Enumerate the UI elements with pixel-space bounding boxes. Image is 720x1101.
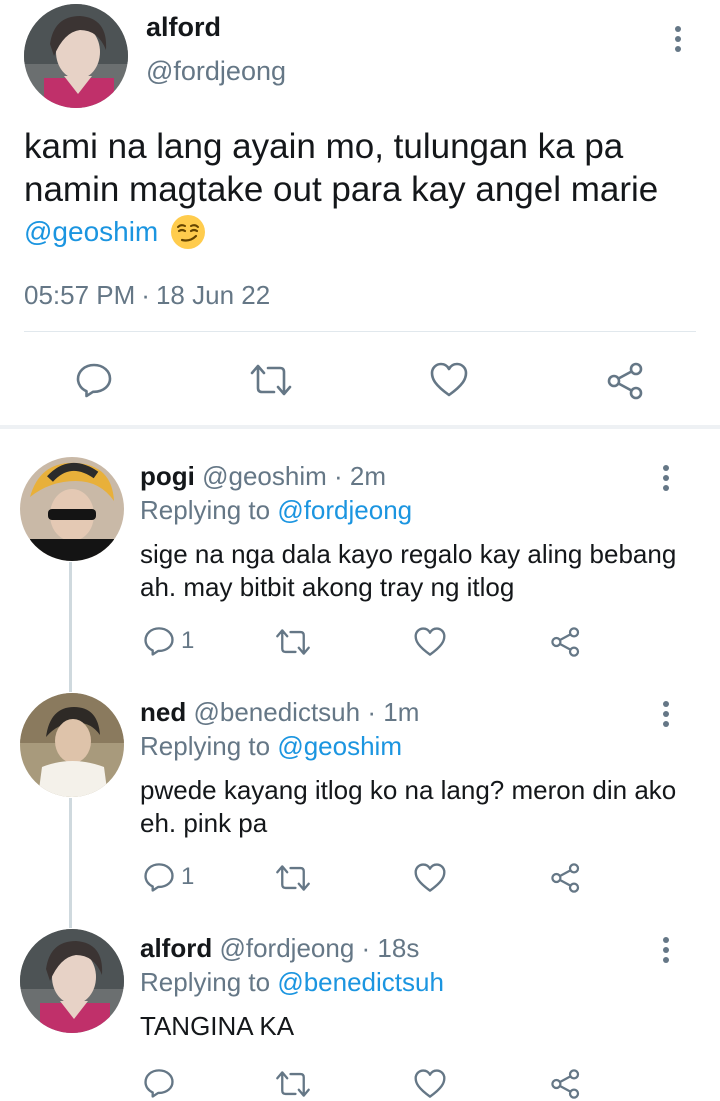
share-button[interactable] xyxy=(550,626,582,658)
like-button[interactable] xyxy=(429,361,469,399)
header-dot: · xyxy=(361,933,371,963)
reply-button[interactable]: 1 xyxy=(143,861,194,893)
tweet-actions xyxy=(0,355,720,405)
reply-icon xyxy=(144,863,174,892)
header-dot: · xyxy=(367,697,376,727)
section-separator xyxy=(0,425,720,429)
reply-count: 1 xyxy=(181,627,195,654)
more-options-icon[interactable] xyxy=(661,937,671,967)
header-dot: · xyxy=(334,461,343,491)
replying-to-link[interactable]: @fordjeong xyxy=(277,495,412,525)
share-icon xyxy=(607,362,643,400)
like-icon xyxy=(414,627,446,656)
replying-to-prefix: Replying to xyxy=(140,495,271,525)
more-options-icon[interactable] xyxy=(661,701,671,731)
avatar[interactable] xyxy=(20,693,124,797)
replying-to-link[interactable]: @geoshim xyxy=(277,731,402,761)
avatar[interactable] xyxy=(20,457,124,561)
retweet-button[interactable] xyxy=(248,361,294,399)
mention-link[interactable]: @geoshim xyxy=(24,216,158,248)
avatar[interactable] xyxy=(24,4,128,108)
reply-count: 1 xyxy=(181,863,195,890)
share-button[interactable] xyxy=(550,862,582,894)
share-icon xyxy=(551,863,580,893)
author-handle[interactable]: @fordjeong xyxy=(146,56,286,87)
reply-icon xyxy=(144,1069,174,1098)
reply-text: pwede kayang itlog ko na lang? meron din… xyxy=(140,775,677,838)
share-icon xyxy=(551,627,580,657)
retweet-icon xyxy=(276,865,310,891)
main-tweet: alford @fordjeong kami na lang ayain mo,… xyxy=(0,0,720,425)
smirking-face-emoji-icon xyxy=(170,214,206,250)
reply-icon xyxy=(76,363,112,398)
replying-to-prefix: Replying to xyxy=(140,967,271,997)
like-button[interactable] xyxy=(413,626,447,658)
more-options-icon[interactable] xyxy=(661,465,671,495)
reply-author-handle[interactable]: @fordjeong xyxy=(219,933,354,963)
retweet-button[interactable] xyxy=(274,862,312,894)
like-icon xyxy=(430,362,468,397)
retweet-button[interactable] xyxy=(274,626,312,658)
reply-author-handle[interactable]: @geoshim xyxy=(202,461,327,491)
retweet-icon xyxy=(250,364,292,396)
reply-tweet[interactable]: pogi @geoshim · 2m Replying to @fordjeon… xyxy=(0,455,720,685)
share-button[interactable] xyxy=(550,1068,582,1100)
avatar[interactable] xyxy=(20,929,124,1033)
reply-author-name[interactable]: pogi xyxy=(140,461,195,491)
author-name[interactable]: alford xyxy=(146,12,221,43)
replying-to-link[interactable]: @benedictsuh xyxy=(277,967,444,997)
reply-text: sige na nga dala kayo regalo kay aling b… xyxy=(140,539,677,602)
tweet-mention-line: @geoshim xyxy=(24,214,206,250)
more-options-icon[interactable] xyxy=(673,26,683,56)
like-button[interactable] xyxy=(413,862,447,894)
reply-icon xyxy=(144,627,174,656)
replying-to-prefix: Replying to xyxy=(140,731,271,761)
replying-to: Replying to @benedictsuh xyxy=(140,967,444,998)
like-icon xyxy=(414,1069,446,1098)
reply-button[interactable] xyxy=(143,1067,181,1099)
reply-time: 18s xyxy=(377,933,420,963)
reply-button[interactable]: 1 xyxy=(143,625,194,657)
reply-button[interactable] xyxy=(75,361,113,399)
tweet-date: 18 Jun 22 xyxy=(155,280,271,310)
reply-header: pogi @geoshim · 2m xyxy=(140,461,386,492)
replying-to: Replying to @fordjeong xyxy=(140,495,412,526)
share-icon xyxy=(551,1069,580,1099)
reply-author-name[interactable]: alford xyxy=(140,933,212,963)
reply-header: ned @benedictsuh · 1m xyxy=(140,697,419,728)
reply-tweet[interactable]: ned @benedictsuh · 1m Replying to @geosh… xyxy=(0,691,720,921)
reply-header: alford @fordjeong · 18s xyxy=(140,933,419,964)
share-button[interactable] xyxy=(606,361,646,401)
like-icon xyxy=(414,863,446,892)
retweet-icon xyxy=(276,629,310,655)
like-button[interactable] xyxy=(413,1068,447,1100)
reply-tweet[interactable]: alford @fordjeong · 18s Replying to @ben… xyxy=(0,927,720,1101)
reply-text: TANGINA KA xyxy=(140,1011,295,1041)
reply-time: 2m xyxy=(349,461,387,491)
tweet-text: kami na lang ayain mo, tulungan ka pa na… xyxy=(24,127,659,209)
retweet-button[interactable] xyxy=(274,1068,312,1100)
retweet-icon xyxy=(276,1071,310,1097)
tweet-time: 05:57 PM xyxy=(24,280,136,310)
reply-author-name[interactable]: ned xyxy=(140,697,186,727)
reply-time: 1m xyxy=(383,697,420,727)
divider xyxy=(24,331,696,332)
timestamp-separator: · xyxy=(141,280,150,310)
replying-to: Replying to @geoshim xyxy=(140,731,402,762)
tweet-timestamp[interactable]: 05:57 PM · 18 Jun 22 xyxy=(24,280,270,311)
reply-author-handle[interactable]: @benedictsuh xyxy=(193,697,360,727)
